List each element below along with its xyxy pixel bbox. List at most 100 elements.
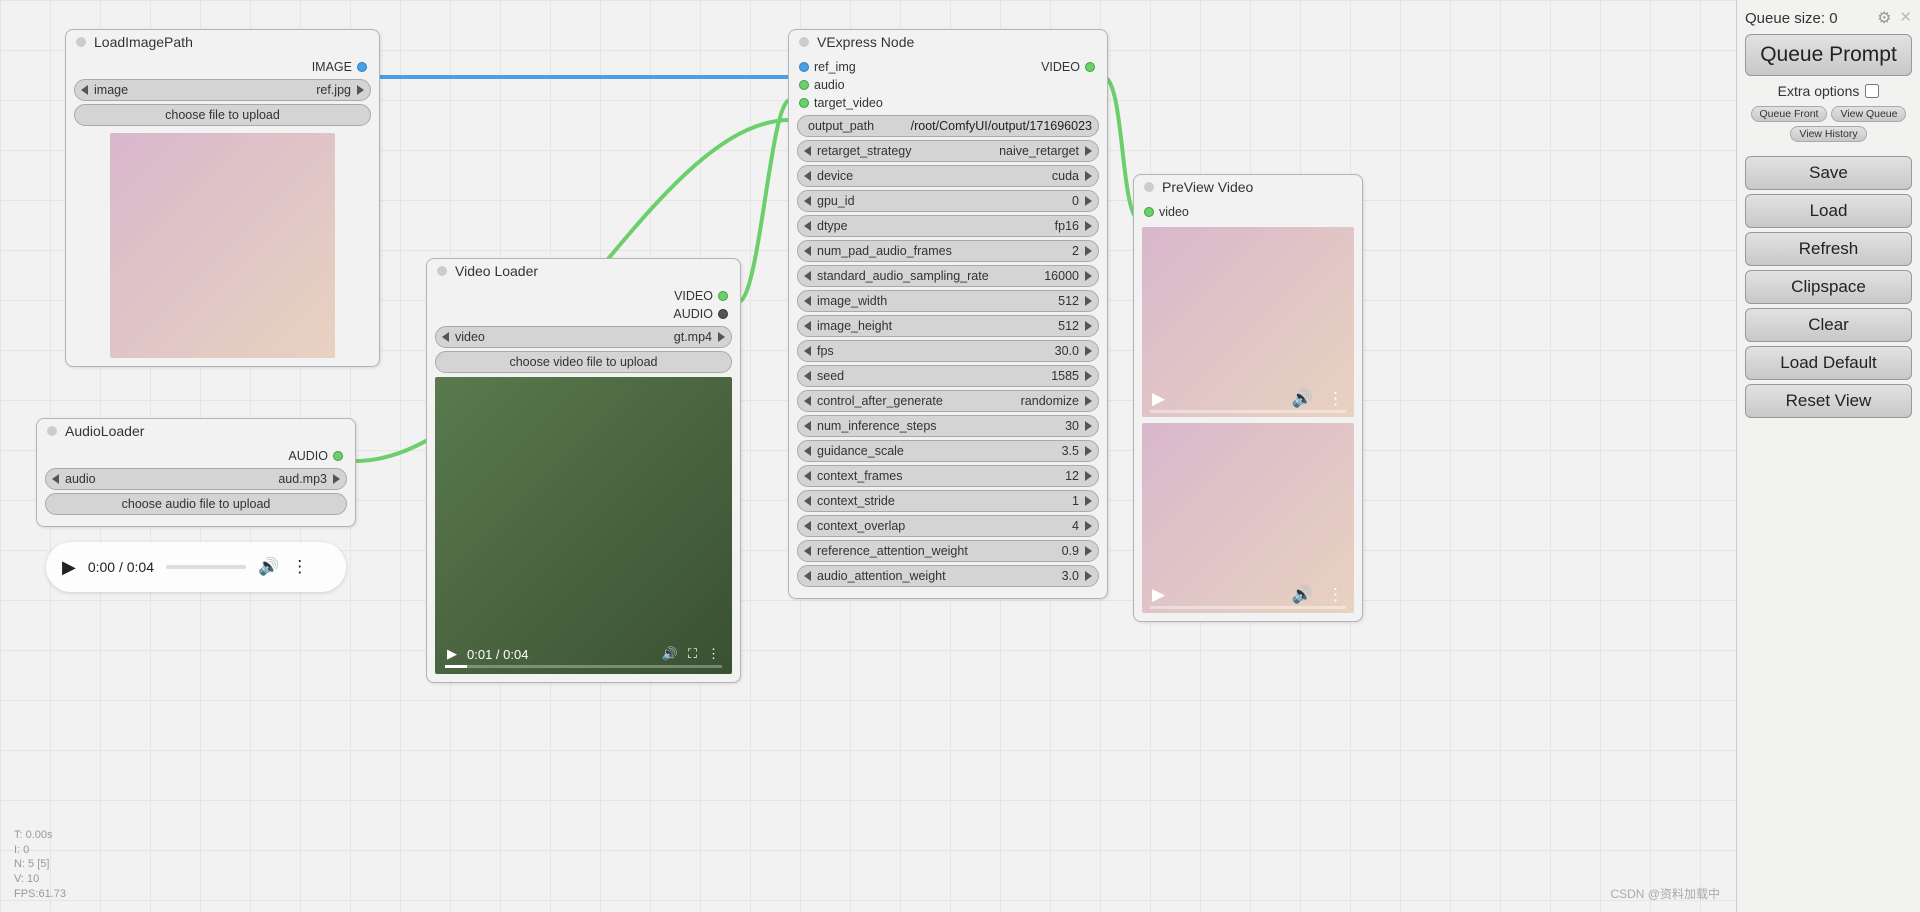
output-port-image[interactable] bbox=[357, 62, 367, 72]
arrow-left-icon[interactable] bbox=[804, 496, 811, 506]
audio_attention_weight-widget[interactable]: audio_attention_weight3.0 bbox=[797, 565, 1099, 587]
arrow-left-icon[interactable] bbox=[804, 571, 811, 581]
save-button[interactable]: Save bbox=[1745, 156, 1912, 190]
arrow-left-icon[interactable] bbox=[804, 471, 811, 481]
clipspace-button[interactable]: Clipspace bbox=[1745, 270, 1912, 304]
arrow-right-icon[interactable] bbox=[333, 474, 340, 484]
image_height-widget[interactable]: image_height512 bbox=[797, 315, 1099, 337]
arrow-right-icon[interactable] bbox=[1085, 521, 1092, 531]
input-port-ref[interactable] bbox=[799, 62, 809, 72]
node-preview-video[interactable]: PreView Video video ▶🔊⋮ ▶🔊⋮ bbox=[1133, 174, 1363, 622]
preview-video-1[interactable]: ▶ 🔊 ⋮ bbox=[1142, 227, 1354, 417]
node-vexpress[interactable]: VExpress Node ref_img VIDEO audio target… bbox=[788, 29, 1108, 599]
arrow-right-icon[interactable] bbox=[1085, 496, 1092, 506]
collapse-dot-icon[interactable] bbox=[437, 266, 447, 276]
control_after_generate-widget[interactable]: control_after_generaterandomize bbox=[797, 390, 1099, 412]
audio-widget[interactable]: audio aud.mp3 bbox=[45, 468, 347, 490]
arrow-left-icon[interactable] bbox=[81, 85, 88, 95]
arrow-right-icon[interactable] bbox=[1085, 146, 1092, 156]
arrow-right-icon[interactable] bbox=[1085, 471, 1092, 481]
canvas[interactable]: LoadImagePath IMAGE image ref.jpg choose… bbox=[0, 0, 1736, 912]
arrow-left-icon[interactable] bbox=[804, 546, 811, 556]
num_inference_steps-widget[interactable]: num_inference_steps30 bbox=[797, 415, 1099, 437]
output-port-video[interactable] bbox=[1085, 62, 1095, 72]
choose-file-button[interactable]: choose file to upload bbox=[74, 104, 371, 126]
context_stride-widget[interactable]: context_stride1 bbox=[797, 490, 1099, 512]
volume-icon[interactable]: 🔊 bbox=[258, 557, 279, 577]
gear-icon[interactable]: ⚙ bbox=[1877, 8, 1891, 28]
arrow-right-icon[interactable] bbox=[1085, 246, 1092, 256]
arrow-left-icon[interactable] bbox=[804, 346, 811, 356]
node-load-image-path[interactable]: LoadImagePath IMAGE image ref.jpg choose… bbox=[65, 29, 380, 367]
arrow-right-icon[interactable] bbox=[1085, 371, 1092, 381]
arrow-left-icon[interactable] bbox=[804, 271, 811, 281]
node-header[interactable]: LoadImagePath bbox=[66, 30, 379, 54]
device-widget[interactable]: devicecuda bbox=[797, 165, 1099, 187]
extra-options-row[interactable]: Extra options bbox=[1745, 80, 1912, 102]
menu-icon[interactable]: ⋮ bbox=[1327, 585, 1344, 605]
volume-icon[interactable]: 🔊 bbox=[662, 646, 678, 662]
load-button[interactable]: Load bbox=[1745, 194, 1912, 228]
arrow-right-icon[interactable] bbox=[1085, 196, 1092, 206]
arrow-right-icon[interactable] bbox=[1085, 421, 1092, 431]
choose-audio-button[interactable]: choose audio file to upload bbox=[45, 493, 347, 515]
seed-widget[interactable]: seed1585 bbox=[797, 365, 1099, 387]
arrow-left-icon[interactable] bbox=[804, 146, 811, 156]
output-port-video[interactable] bbox=[718, 291, 728, 301]
reset-view-button[interactable]: Reset View bbox=[1745, 384, 1912, 418]
video-progress-bar[interactable] bbox=[445, 665, 722, 668]
audio-player[interactable]: ▶ 0:00 / 0:04 🔊 ⋮ bbox=[46, 542, 346, 592]
arrow-left-icon[interactable] bbox=[804, 521, 811, 531]
output-port-audio[interactable] bbox=[718, 309, 728, 319]
arrow-left-icon[interactable] bbox=[804, 171, 811, 181]
view-history-button[interactable]: View History bbox=[1790, 126, 1866, 142]
video-preview[interactable]: ▶ 0:01 / 0:04 🔊 ⛶ ⋮ bbox=[435, 377, 732, 674]
close-icon[interactable]: ✕ bbox=[1899, 8, 1912, 28]
input-port-video[interactable] bbox=[1144, 207, 1154, 217]
node-header[interactable]: PreView Video bbox=[1134, 175, 1362, 199]
arrow-right-icon[interactable] bbox=[1085, 446, 1092, 456]
arrow-left-icon[interactable] bbox=[804, 421, 811, 431]
arrow-left-icon[interactable] bbox=[804, 371, 811, 381]
extra-options-checkbox[interactable] bbox=[1865, 84, 1879, 98]
arrow-left-icon[interactable] bbox=[442, 332, 449, 342]
node-header[interactable]: AudioLoader bbox=[37, 419, 355, 443]
video-progress-bar[interactable] bbox=[1150, 606, 1346, 609]
node-video-loader[interactable]: Video Loader VIDEO AUDIO video gt.mp4 ch… bbox=[426, 258, 741, 683]
collapse-dot-icon[interactable] bbox=[47, 426, 57, 436]
num_pad_audio_frames-widget[interactable]: num_pad_audio_frames2 bbox=[797, 240, 1099, 262]
menu-icon[interactable]: ⋮ bbox=[1327, 389, 1344, 409]
retarget_strategy-widget[interactable]: retarget_strategynaive_retarget bbox=[797, 140, 1099, 162]
arrow-left-icon[interactable] bbox=[804, 446, 811, 456]
menu-icon[interactable]: ⋮ bbox=[291, 557, 308, 577]
arrow-right-icon[interactable] bbox=[1085, 321, 1092, 331]
video-progress-bar[interactable] bbox=[1150, 410, 1346, 413]
arrow-left-icon[interactable] bbox=[52, 474, 59, 484]
image-widget[interactable]: image ref.jpg bbox=[74, 79, 371, 101]
input-port-target[interactable] bbox=[799, 98, 809, 108]
load-default-button[interactable]: Load Default bbox=[1745, 346, 1912, 380]
arrow-right-icon[interactable] bbox=[1085, 571, 1092, 581]
collapse-dot-icon[interactable] bbox=[1144, 182, 1154, 192]
arrow-right-icon[interactable] bbox=[1085, 346, 1092, 356]
fps-widget[interactable]: fps30.0 bbox=[797, 340, 1099, 362]
queue-prompt-button[interactable]: Queue Prompt bbox=[1745, 34, 1912, 76]
context_overlap-widget[interactable]: context_overlap4 bbox=[797, 515, 1099, 537]
arrow-right-icon[interactable] bbox=[1085, 221, 1092, 231]
guidance_scale-widget[interactable]: guidance_scale3.5 bbox=[797, 440, 1099, 462]
volume-icon[interactable]: 🔊 bbox=[1292, 389, 1313, 409]
context_frames-widget[interactable]: context_frames12 bbox=[797, 465, 1099, 487]
clear-button[interactable]: Clear bbox=[1745, 308, 1912, 342]
standard_audio_sampling_rate-widget[interactable]: standard_audio_sampling_rate16000 bbox=[797, 265, 1099, 287]
play-icon[interactable]: ▶ bbox=[1152, 585, 1165, 605]
image_width-widget[interactable]: image_width512 bbox=[797, 290, 1099, 312]
arrow-right-icon[interactable] bbox=[1085, 396, 1092, 406]
play-icon[interactable]: ▶ bbox=[1152, 389, 1165, 409]
volume-icon[interactable]: 🔊 bbox=[1292, 585, 1313, 605]
output-port-audio[interactable] bbox=[333, 451, 343, 461]
node-header[interactable]: Video Loader bbox=[427, 259, 740, 283]
choose-video-button[interactable]: choose video file to upload bbox=[435, 351, 732, 373]
arrow-left-icon[interactable] bbox=[804, 221, 811, 231]
queue-front-button[interactable]: Queue Front bbox=[1751, 106, 1828, 122]
arrow-left-icon[interactable] bbox=[804, 196, 811, 206]
